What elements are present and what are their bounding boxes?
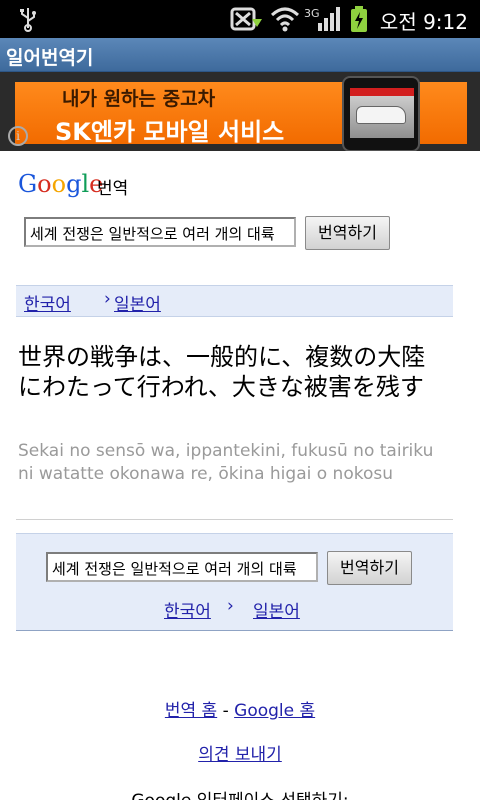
translate-button-bottom[interactable]: 번역하기 [327,551,412,585]
chevron-right-icon: › [227,596,234,616]
google-home-link[interactable]: Google 홈 [234,701,315,721]
translate-button[interactable]: 번역하기 [305,216,390,250]
battery-charging-icon [351,6,367,32]
footer-links: 번역 홈 - Google 홈 [0,696,480,721]
google-logo: Google [18,170,103,198]
ad-phone-header [350,88,414,96]
source-language-link-bottom[interactable]: 한국어 [164,597,211,622]
google-logo-letter: G [18,170,38,198]
google-logo-letter: g [66,170,82,198]
divider [16,519,453,520]
ad-banner[interactable]: 내가 원하는 중고차 SK엔카 모바일 서비스 i [0,72,480,151]
footer-separator: - [222,701,229,721]
ad-subheadline: SK엔카 모바일 서비스 [55,118,285,146]
language-pair-bar: 한국어 › 일본어 [16,285,453,317]
translation-result: 世界の戦争は、一般的に、複数の大陸にわたって行われ、大きな被害を残す [18,343,426,401]
bottom-translate-panel: 세계 전쟁은 일반적으로 여러 개의 대륙 번역하기 한국어 › 일본어 [16,533,453,631]
translate-home-link[interactable]: 번역 홈 [165,701,217,721]
ad-headline: 내가 원하는 중고차 [62,88,216,110]
clock: 오전 9:12 [379,10,468,34]
google-logo-letter: l [81,170,90,198]
app-title-bar: 일어번역기 [0,38,480,72]
source-language-link[interactable]: 한국어 [24,290,71,315]
source-text-input[interactable]: 세계 전쟁은 일반적으로 여러 개의 대륙 [24,217,296,247]
app-title: 일어번역기 [6,47,94,69]
target-language-link-bottom[interactable]: 일본어 [253,597,300,622]
google-logo-letter: o [51,170,67,198]
source-text-input-bottom[interactable]: 세계 전쟁은 일반적으로 여러 개의 대륙 [46,552,318,582]
no-signal-sync-icon [230,7,262,31]
target-language-link[interactable]: 일본어 [114,290,161,315]
feedback-row: 의견 보내기 [0,740,480,765]
status-bar: 3G 오전 9:12 [0,0,480,38]
wifi-icon [270,7,300,32]
chevron-right-icon: › [104,289,111,309]
feedback-link[interactable]: 의견 보내기 [198,745,282,765]
romanization-text: Sekai no sensō wa, ippantekini, fukusū n… [18,441,434,484]
translate-header-label: 번역 [97,179,129,199]
ad-info-icon[interactable]: i [8,126,28,146]
usb-icon [20,8,36,32]
svg-text:3G: 3G [304,7,320,20]
interface-label: Google 인터페이스 선택하기: [0,786,480,800]
ad-car-image [356,106,406,124]
3g-signal-icon: 3G [304,7,340,31]
google-logo-letter: o [37,170,52,198]
